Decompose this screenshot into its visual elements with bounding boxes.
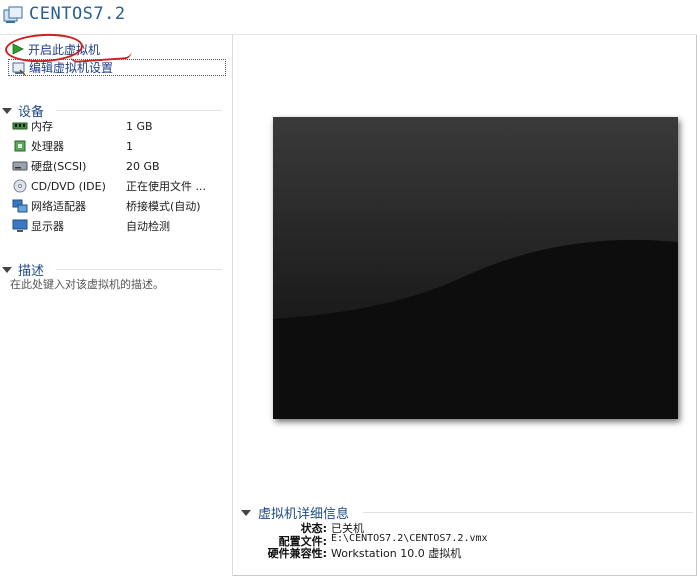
collapse-triangle-icon [241, 509, 251, 516]
section-divider [363, 512, 693, 513]
device-value: 自动检测 [126, 220, 170, 233]
detail-value: Workstation 10.0 虚拟机 [331, 547, 462, 560]
display-icon [12, 219, 28, 233]
edit-settings-label: 编辑虚拟机设置 [29, 61, 114, 75]
device-name: 硬盘(SCSI) [31, 160, 87, 173]
section-divider [56, 110, 222, 111]
network-adapter-icon [12, 199, 28, 213]
device-name: 内存 [31, 120, 53, 133]
device-row-processor[interactable]: 处理器 1 [12, 137, 139, 155]
vm-screen-preview[interactable] [273, 117, 678, 419]
section-divider [56, 269, 222, 270]
left-panel: 开启此虚拟机 编辑虚拟机设置 设备 内存 1 GB 处理器 1 硬盘(SCSI)… [0, 31, 233, 576]
device-value: 1 [126, 139, 133, 153]
right-panel: 虚拟机详细信息 状态: 已关机 配置文件: E:\CENTOS7.2\CENTO… [233, 35, 696, 575]
edit-settings-button[interactable]: 编辑虚拟机设置 [8, 59, 226, 76]
processor-icon [12, 139, 28, 153]
vm-title: CENTOS7.2 [29, 4, 126, 24]
virtual-machine-icon [3, 5, 25, 27]
device-row-cd-dvd[interactable]: CD/DVD (IDE) 正在使用文件 ... [12, 177, 206, 195]
device-row-network[interactable]: 网络适配器 桥接模式(自动) [12, 197, 201, 215]
device-name: 处理器 [31, 140, 64, 153]
device-value: 20 GB [126, 159, 160, 173]
settings-icon [11, 60, 27, 76]
memory-icon [12, 119, 28, 133]
device-row-display[interactable]: 显示器 自动检测 [12, 217, 170, 235]
device-name: CD/DVD (IDE) [31, 179, 106, 193]
device-name: 显示器 [31, 220, 64, 233]
device-value: 1 GB [126, 119, 153, 133]
device-value: 桥接模式(自动) [126, 200, 201, 213]
device-value: 正在使用文件 ... [126, 180, 206, 193]
vm-preview-graphic [273, 117, 678, 419]
description-placeholder[interactable]: 在此处键入对该虚拟机的描述。 [10, 276, 164, 292]
cd-dvd-icon [12, 179, 28, 193]
title-bar: CENTOS7.2 [0, 0, 697, 35]
collapse-triangle-icon [2, 107, 12, 114]
detail-label: 硬件兼容性: [267, 547, 327, 560]
device-row-memory[interactable]: 内存 1 GB [12, 117, 153, 135]
device-row-hard-disk[interactable]: 硬盘(SCSI) 20 GB [12, 157, 160, 175]
device-name: 网络适配器 [31, 200, 86, 213]
detail-row-hardware-compat: 硬件兼容性: Workstation 10.0 虚拟机 [233, 545, 462, 561]
collapse-triangle-icon [2, 266, 12, 273]
hard-disk-icon [12, 159, 28, 173]
